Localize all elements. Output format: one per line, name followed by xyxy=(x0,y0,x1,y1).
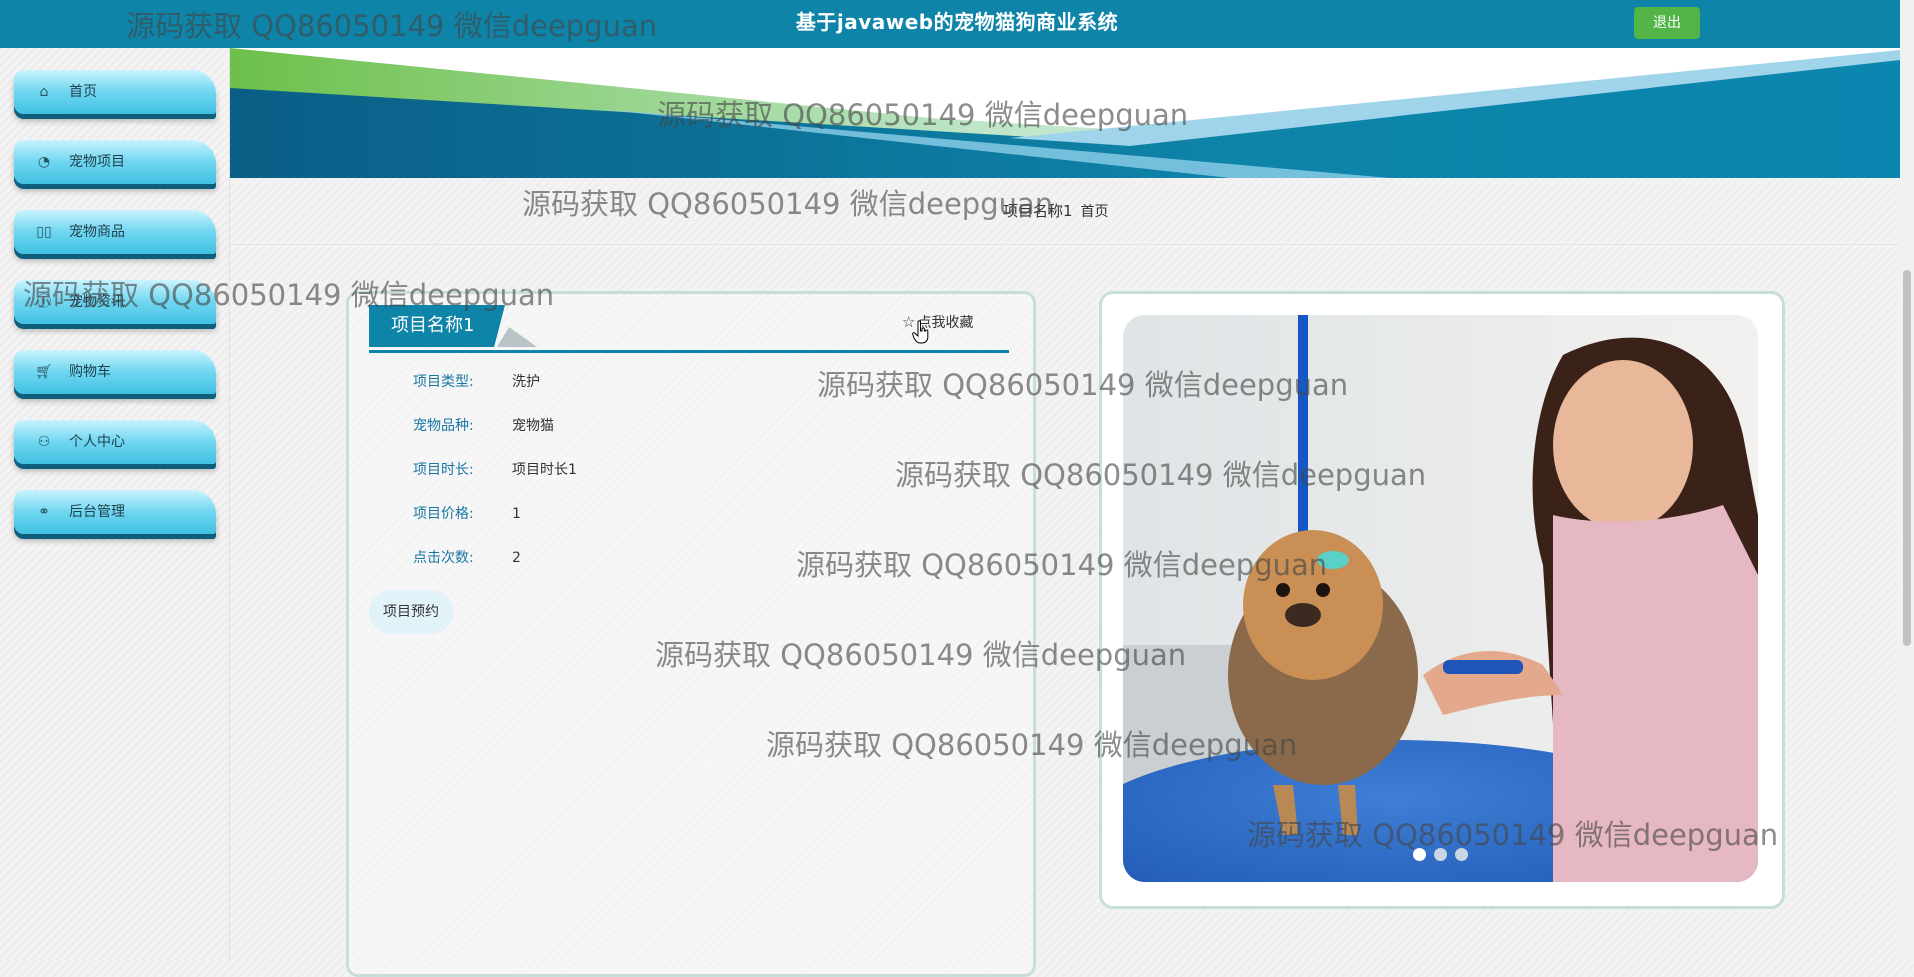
home-icon: ⌂ xyxy=(39,84,49,100)
sidebar-item-label: 个人中心 xyxy=(69,434,125,450)
link-icon: ⚭ xyxy=(38,504,50,520)
field-value: 洗护 xyxy=(512,374,540,390)
info-icon: ⓘ xyxy=(37,294,51,310)
sidebar-item-pet-projects[interactable]: ◔ 宠物项目 xyxy=(14,140,216,184)
field-label: 项目类型: xyxy=(413,374,474,390)
carousel-dot-1[interactable] xyxy=(1413,848,1426,861)
sidebar-item-label: 宠物项目 xyxy=(69,154,125,170)
header-banner xyxy=(230,48,1900,178)
field-label: 项目时长: xyxy=(413,462,474,478)
sidebar-item-label: 宠物商品 xyxy=(69,224,125,240)
hand-cursor-icon xyxy=(912,320,929,344)
top-header-bar: 基于javaweb的宠物猫狗商业系统 退出 xyxy=(0,0,1914,48)
scrollbar-thumb[interactable] xyxy=(1903,270,1911,646)
sidebar-item-home[interactable]: ⌂ 首页 xyxy=(14,70,216,114)
field-value: 1 xyxy=(512,506,521,522)
sidebar-item-label: 宠物资讯 xyxy=(69,294,125,310)
sidebar-item-admin[interactable]: ⚭ 后台管理 xyxy=(14,490,216,534)
dog-grooming-photo xyxy=(1123,315,1758,882)
sidebar-item-profile[interactable]: ⚇ 个人中心 xyxy=(14,420,216,464)
sidebar-item-label: 首页 xyxy=(69,84,97,100)
field-pet-breed: 宠物品种: 宠物猫 xyxy=(413,415,554,437)
carousel-slide-image[interactable] xyxy=(1123,315,1758,882)
field-label: 点击次数: xyxy=(413,550,474,566)
cart-icon: 🛒︎ xyxy=(35,364,53,380)
user-icon: ⚇ xyxy=(37,434,51,450)
breadcrumb-home-link[interactable]: 首页 xyxy=(1081,204,1109,220)
sidebar-item-label: 购物车 xyxy=(69,364,111,380)
sidebar-item-cart[interactable]: 🛒︎ 购物车 xyxy=(14,350,216,394)
sidebar-nav: ⌂ 首页 ◔ 宠物项目 ▯▯ 宠物商品 ⓘ 宠物资讯 🛒︎ 购物车 ⚇ 个人中心… xyxy=(0,48,230,960)
field-value: 2 xyxy=(512,550,521,566)
field-duration: 项目时长: 项目时长1 xyxy=(413,459,577,481)
sidebar-item-label: 后台管理 xyxy=(69,504,125,520)
breadcrumb: 项目名称1 首页 xyxy=(1003,200,1109,221)
carousel-indicators xyxy=(1413,848,1476,862)
field-click-count: 点击次数: 2 xyxy=(413,547,521,569)
field-label: 项目价格: xyxy=(413,506,474,522)
logout-button[interactable]: 退出 xyxy=(1634,7,1700,39)
detail-title: 项目名称1 xyxy=(369,305,505,347)
detail-panel xyxy=(346,291,1036,977)
field-price: 项目价格: 1 xyxy=(413,503,521,525)
field-label: 宠物品种: xyxy=(413,418,474,434)
title-tab-decoration xyxy=(497,327,537,347)
field-value: 宠物猫 xyxy=(512,418,554,434)
banner-graphic xyxy=(230,48,1900,178)
columns-icon: ▯▯ xyxy=(36,224,52,240)
field-project-type: 项目类型: 洗护 xyxy=(413,371,540,393)
carousel-dot-2[interactable] xyxy=(1434,848,1447,861)
field-value: 项目时长1 xyxy=(512,462,577,478)
palette-icon: ◔ xyxy=(37,154,51,170)
sidebar-item-pet-news[interactable]: ⓘ 宠物资讯 xyxy=(14,280,216,324)
book-project-button[interactable]: 项目预约 xyxy=(369,590,453,634)
carousel-dot-3[interactable] xyxy=(1455,848,1468,861)
site-title: 基于javaweb的宠物猫狗商业系统 xyxy=(795,10,1119,34)
page-scrollbar[interactable] xyxy=(1900,0,1914,960)
breadcrumb-current: 项目名称1 xyxy=(1003,202,1073,220)
sidebar-item-pet-products[interactable]: ▯▯ 宠物商品 xyxy=(14,210,216,254)
